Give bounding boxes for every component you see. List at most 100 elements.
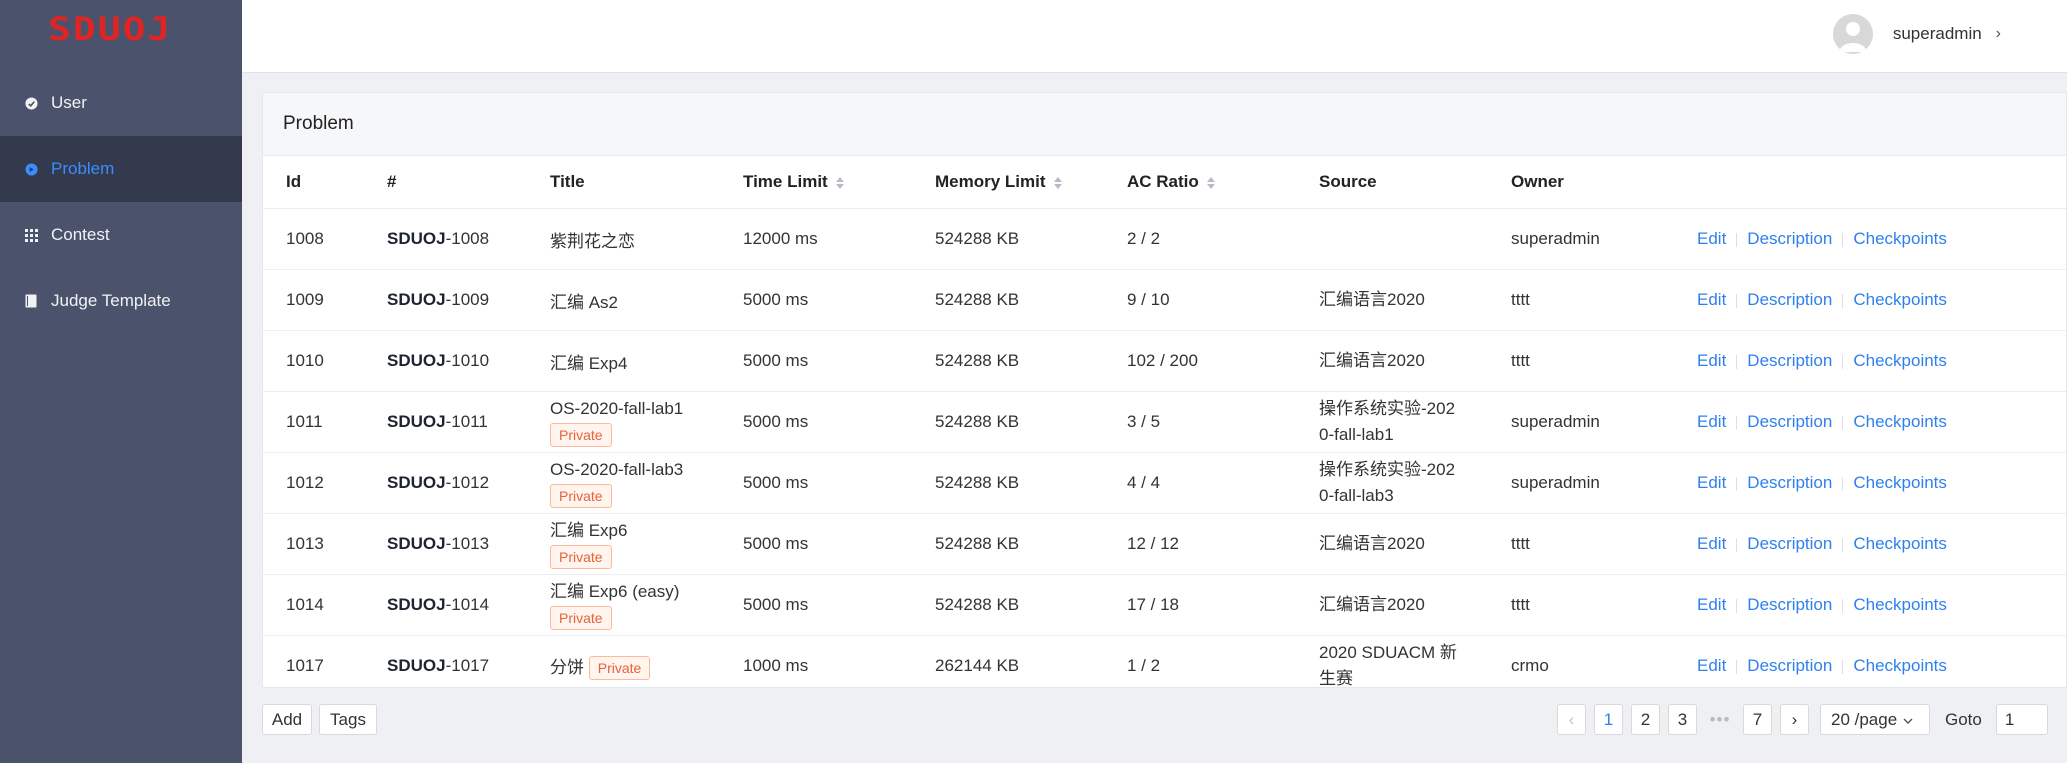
private-tag: Private [550, 605, 612, 630]
table-header: Id # Title Time Limit Memory Limit AC Ra… [263, 156, 2066, 209]
checkpoints-link[interactable]: Checkpoints [1853, 351, 1947, 370]
description-link[interactable]: Description [1747, 473, 1832, 492]
goto-control: Goto [1945, 704, 2048, 735]
page-size-select[interactable]: 20 /page [1820, 704, 1930, 735]
description-link[interactable]: Description [1747, 534, 1832, 553]
cell-source: 汇编语言2020 [1319, 287, 1511, 313]
sort-icon[interactable] [1206, 176, 1215, 189]
cell-actions: Edit Description Checkpoints [1697, 473, 2067, 493]
cell-owner: superadmin [1511, 412, 1600, 431]
sidebar-item-label: Problem [51, 159, 115, 178]
table-row: 1013 SDUOJ-1013 汇编 Exp6 Private 5000 ms 5… [263, 514, 2066, 575]
checkpoints-link[interactable]: Checkpoints [1853, 290, 1947, 309]
goto-label: Goto [1945, 709, 1982, 729]
description-link[interactable]: Description [1747, 290, 1832, 309]
user-menu[interactable]: superadmin › [1832, 14, 2001, 54]
description-link[interactable]: Description [1747, 595, 1832, 614]
sidebar-item-user[interactable]: User [0, 70, 242, 136]
logo[interactable]: SDUOJ [0, 0, 242, 64]
edit-link[interactable]: Edit [1697, 656, 1726, 675]
cell-owner: superadmin [1511, 229, 1600, 248]
sidebar-item-contest[interactable]: Contest [0, 202, 242, 268]
username[interactable]: superadmin [1893, 24, 1982, 44]
problem-title[interactable]: 汇编 Exp6 (easy) [550, 581, 743, 603]
description-link[interactable]: Description [1747, 412, 1832, 431]
cell-problem-code: SDUOJ-1013 [387, 534, 550, 554]
description-link[interactable]: Description [1747, 656, 1832, 675]
problem-title[interactable]: OS-2020-fall-lab1 [550, 398, 743, 420]
edit-link[interactable]: Edit [1697, 229, 1726, 248]
private-tag: Private [550, 544, 612, 569]
sidebar-item-judge-template[interactable]: Judge Template [0, 268, 242, 334]
title-cell: 汇编 Exp6 (easy) Private [550, 581, 743, 630]
avatar[interactable] [1832, 14, 1873, 54]
cell-actions: Edit Description Checkpoints [1697, 534, 2067, 554]
cell-owner: tttt [1511, 595, 1530, 614]
problem-title[interactable]: 分饼 [550, 658, 584, 677]
action-divider [1736, 537, 1738, 552]
checkpoints-link[interactable]: Checkpoints [1853, 595, 1947, 614]
title-cell: 分饼 Private [550, 653, 743, 680]
cell-owner: superadmin [1511, 473, 1600, 492]
chevron-right-icon[interactable]: › [1996, 25, 2001, 43]
checkpoints-link[interactable]: Checkpoints [1853, 656, 1947, 675]
cell-id: 1011 [286, 412, 323, 431]
cell-id: 1013 [286, 534, 324, 553]
source-line: 0-fall-lab3 [1319, 486, 1394, 505]
prev-page-button[interactable]: ‹ [1557, 704, 1586, 735]
source-line: 汇编语言2020 [1319, 534, 1425, 553]
cell-time-limit: 5000 ms [743, 412, 809, 431]
tags-button[interactable]: Tags [319, 704, 377, 735]
problem-title[interactable]: 汇编 As2 [550, 293, 618, 312]
cell-memory-limit: 524288 KB [935, 534, 1020, 553]
table-row: 1008 SDUOJ-1008 紫荆花之恋 12000 ms 524288 KB… [263, 209, 2066, 270]
sidebar-item-label: User [51, 93, 87, 112]
action-divider [1736, 293, 1738, 308]
edit-link[interactable]: Edit [1697, 290, 1726, 309]
cell-memory-limit: 524288 KB [935, 473, 1020, 492]
cell-time-limit: 12000 ms [743, 229, 818, 248]
problem-title[interactable]: 紫荆花之恋 [550, 232, 635, 251]
checkpoints-link[interactable]: Checkpoints [1853, 412, 1947, 431]
edit-link[interactable]: Edit [1697, 595, 1726, 614]
col-time-limit[interactable]: Time Limit [743, 172, 935, 192]
cell-problem-code: SDUOJ-1008 [387, 229, 550, 249]
page-7[interactable]: 7 [1743, 704, 1772, 735]
checkpoints-link[interactable]: Checkpoints [1853, 534, 1947, 553]
top-header: superadmin › [242, 0, 2067, 73]
cell-source: 汇编语言2020 [1319, 531, 1511, 557]
problem-title[interactable]: 汇编 Exp6 [550, 520, 743, 542]
checkpoints-link[interactable]: Checkpoints [1853, 473, 1947, 492]
cell-source: 2020 SDUACM 新生赛 [1319, 640, 1511, 692]
cell-memory-limit: 524288 KB [935, 351, 1020, 370]
description-link[interactable]: Description [1747, 229, 1832, 248]
col-memory-limit[interactable]: Memory Limit [935, 172, 1127, 192]
page-1[interactable]: 1 [1594, 704, 1623, 735]
page-3[interactable]: 3 [1668, 704, 1697, 735]
cell-source: 操作系统实验-202 0-fall-lab1 [1319, 396, 1511, 448]
sidebar-item-problem[interactable]: Problem [0, 136, 242, 202]
edit-link[interactable]: Edit [1697, 534, 1726, 553]
sort-icon[interactable] [835, 176, 844, 189]
edit-link[interactable]: Edit [1697, 412, 1726, 431]
checkpoints-link[interactable]: Checkpoints [1853, 229, 1947, 248]
goto-input[interactable] [1995, 704, 2048, 735]
cell-problem-code: SDUOJ-1012 [387, 473, 550, 493]
problem-title[interactable]: 汇编 Exp4 [550, 354, 627, 373]
source-line: 操作系统实验-202 [1319, 460, 1456, 479]
col-ac-ratio[interactable]: AC Ratio [1127, 172, 1319, 192]
add-button[interactable]: Add [262, 704, 312, 735]
edit-link[interactable]: Edit [1697, 473, 1726, 492]
sort-icon[interactable] [1053, 176, 1062, 189]
next-page-button[interactable]: › [1780, 704, 1809, 735]
page-2[interactable]: 2 [1631, 704, 1660, 735]
problem-title[interactable]: OS-2020-fall-lab3 [550, 459, 743, 481]
page-ellipsis[interactable]: ••• [1705, 710, 1735, 730]
problem-code-number: -1013 [445, 534, 490, 553]
problem-code-number: -1011 [445, 412, 488, 431]
problem-code-number: -1014 [445, 595, 490, 614]
description-link[interactable]: Description [1747, 351, 1832, 370]
edit-link[interactable]: Edit [1697, 351, 1726, 370]
problem-code-prefix: SDUOJ [387, 290, 446, 309]
table-row: 1017 SDUOJ-1017 分饼 Private 1000 ms 26214… [263, 636, 2066, 696]
